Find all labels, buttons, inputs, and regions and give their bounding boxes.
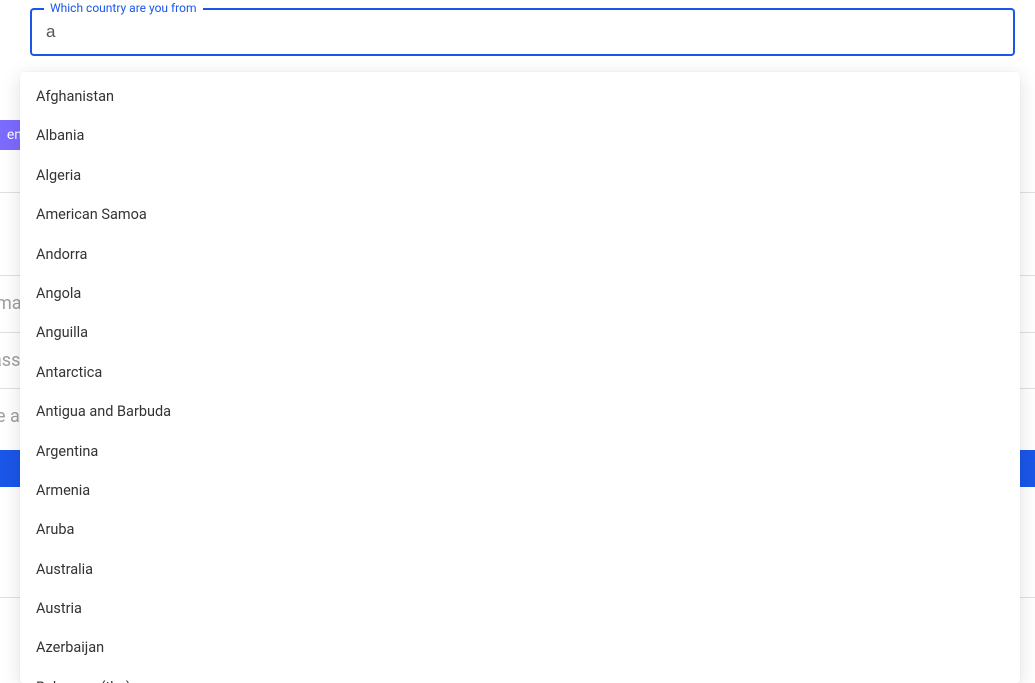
- country-dropdown[interactable]: AfghanistanAlbaniaAlgeriaAmerican SamoaA…: [20, 72, 1020, 683]
- country-option[interactable]: Albania: [20, 117, 1020, 154]
- bg-hint-text: ass: [0, 350, 20, 371]
- country-option[interactable]: Armenia: [20, 472, 1020, 509]
- country-option[interactable]: Antarctica: [20, 354, 1020, 391]
- bg-hint-text: ma: [0, 293, 22, 314]
- country-option[interactable]: Antigua and Barbuda: [20, 393, 1020, 430]
- country-option[interactable]: Anguilla: [20, 314, 1020, 351]
- country-option[interactable]: Argentina: [20, 433, 1020, 470]
- country-option[interactable]: Afghanistan: [20, 78, 1020, 115]
- field-outline: Which country are you from: [30, 8, 1015, 56]
- country-option[interactable]: Bahamas (the): [20, 669, 1020, 683]
- field-label: Which country are you from: [44, 1, 203, 15]
- country-option[interactable]: Australia: [20, 551, 1020, 588]
- country-option[interactable]: Angola: [20, 275, 1020, 312]
- country-input[interactable]: [46, 22, 999, 42]
- country-autocomplete[interactable]: Which country are you from: [30, 8, 1015, 56]
- bg-hint-text: e a: [0, 406, 20, 427]
- country-option[interactable]: Aruba: [20, 511, 1020, 548]
- country-option[interactable]: Austria: [20, 590, 1020, 627]
- bg-blue-bar-left: [0, 450, 20, 487]
- country-option[interactable]: Azerbaijan: [20, 629, 1020, 666]
- country-option[interactable]: Algeria: [20, 157, 1020, 194]
- country-option[interactable]: Andorra: [20, 236, 1020, 273]
- country-option[interactable]: American Samoa: [20, 196, 1020, 233]
